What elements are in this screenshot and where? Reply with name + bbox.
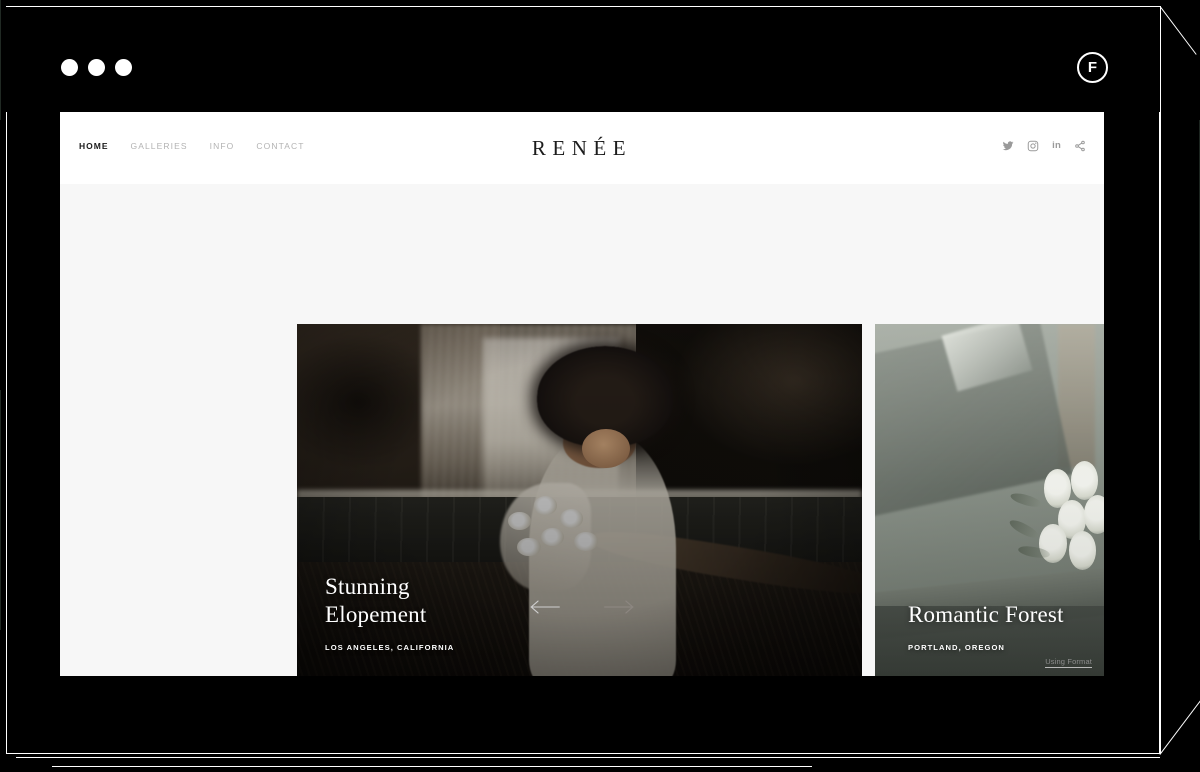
gallery-stage: Stunning Elopement LOS ANGELES, CALIFORN…	[60, 184, 1104, 676]
card-location: PORTLAND, OREGON	[908, 643, 1005, 652]
carousel-next-arrow-icon[interactable]	[603, 598, 637, 616]
instagram-icon[interactable]	[1027, 140, 1039, 152]
linkedin-icon[interactable]: in	[1052, 140, 1061, 152]
gallery-card[interactable]: Romantic Forest PORTLAND, OREGON	[875, 324, 1104, 676]
browser-chrome: F	[6, 7, 1160, 112]
device-base-edge	[52, 766, 812, 768]
carousel-prev-arrow-icon[interactable]	[527, 598, 561, 616]
device-corner-bottom-left	[0, 650, 60, 772]
window-dot-maximize[interactable]	[115, 59, 132, 76]
card-title: Stunning Elopement	[325, 574, 427, 628]
card-caption: Romantic Forest PORTLAND, OREGON	[908, 601, 1064, 652]
gallery-carousel[interactable]: Stunning Elopement LOS ANGELES, CALIFORN…	[297, 324, 1104, 676]
gallery-card[interactable]: Stunning Elopement LOS ANGELES, CALIFORN…	[297, 324, 862, 676]
site-header: HOME GALLERIES INFO CONTACT RENÉE in	[60, 112, 1104, 184]
frame-edge-left-bottom	[0, 390, 2, 630]
device-corner-bottom-right	[1152, 650, 1200, 772]
social-links: in	[1002, 140, 1086, 152]
device-base-bar	[16, 757, 1160, 759]
browser-viewport: HOME GALLERIES INFO CONTACT RENÉE in Stu…	[60, 112, 1104, 676]
window-dot-close[interactable]	[61, 59, 78, 76]
twitter-icon[interactable]	[1002, 140, 1014, 152]
card-location: LOS ANGELES, CALIFORNIA	[325, 643, 455, 652]
share-icon[interactable]	[1074, 140, 1086, 152]
device-mockup: F HOME GALLERIES INFO CONTACT RENÉE in S…	[0, 0, 1200, 772]
format-logo-icon[interactable]: F	[1077, 52, 1108, 83]
frame-edge-left-top	[0, 0, 2, 120]
window-dot-minimize[interactable]	[88, 59, 105, 76]
card-title: Romantic Forest	[908, 602, 1064, 628]
using-format-badge[interactable]: Using Format	[1045, 657, 1092, 668]
site-logo[interactable]: RENÉE	[60, 136, 1104, 161]
window-controls[interactable]	[61, 59, 132, 76]
card-caption: Stunning Elopement LOS ANGELES, CALIFORN…	[325, 573, 454, 652]
